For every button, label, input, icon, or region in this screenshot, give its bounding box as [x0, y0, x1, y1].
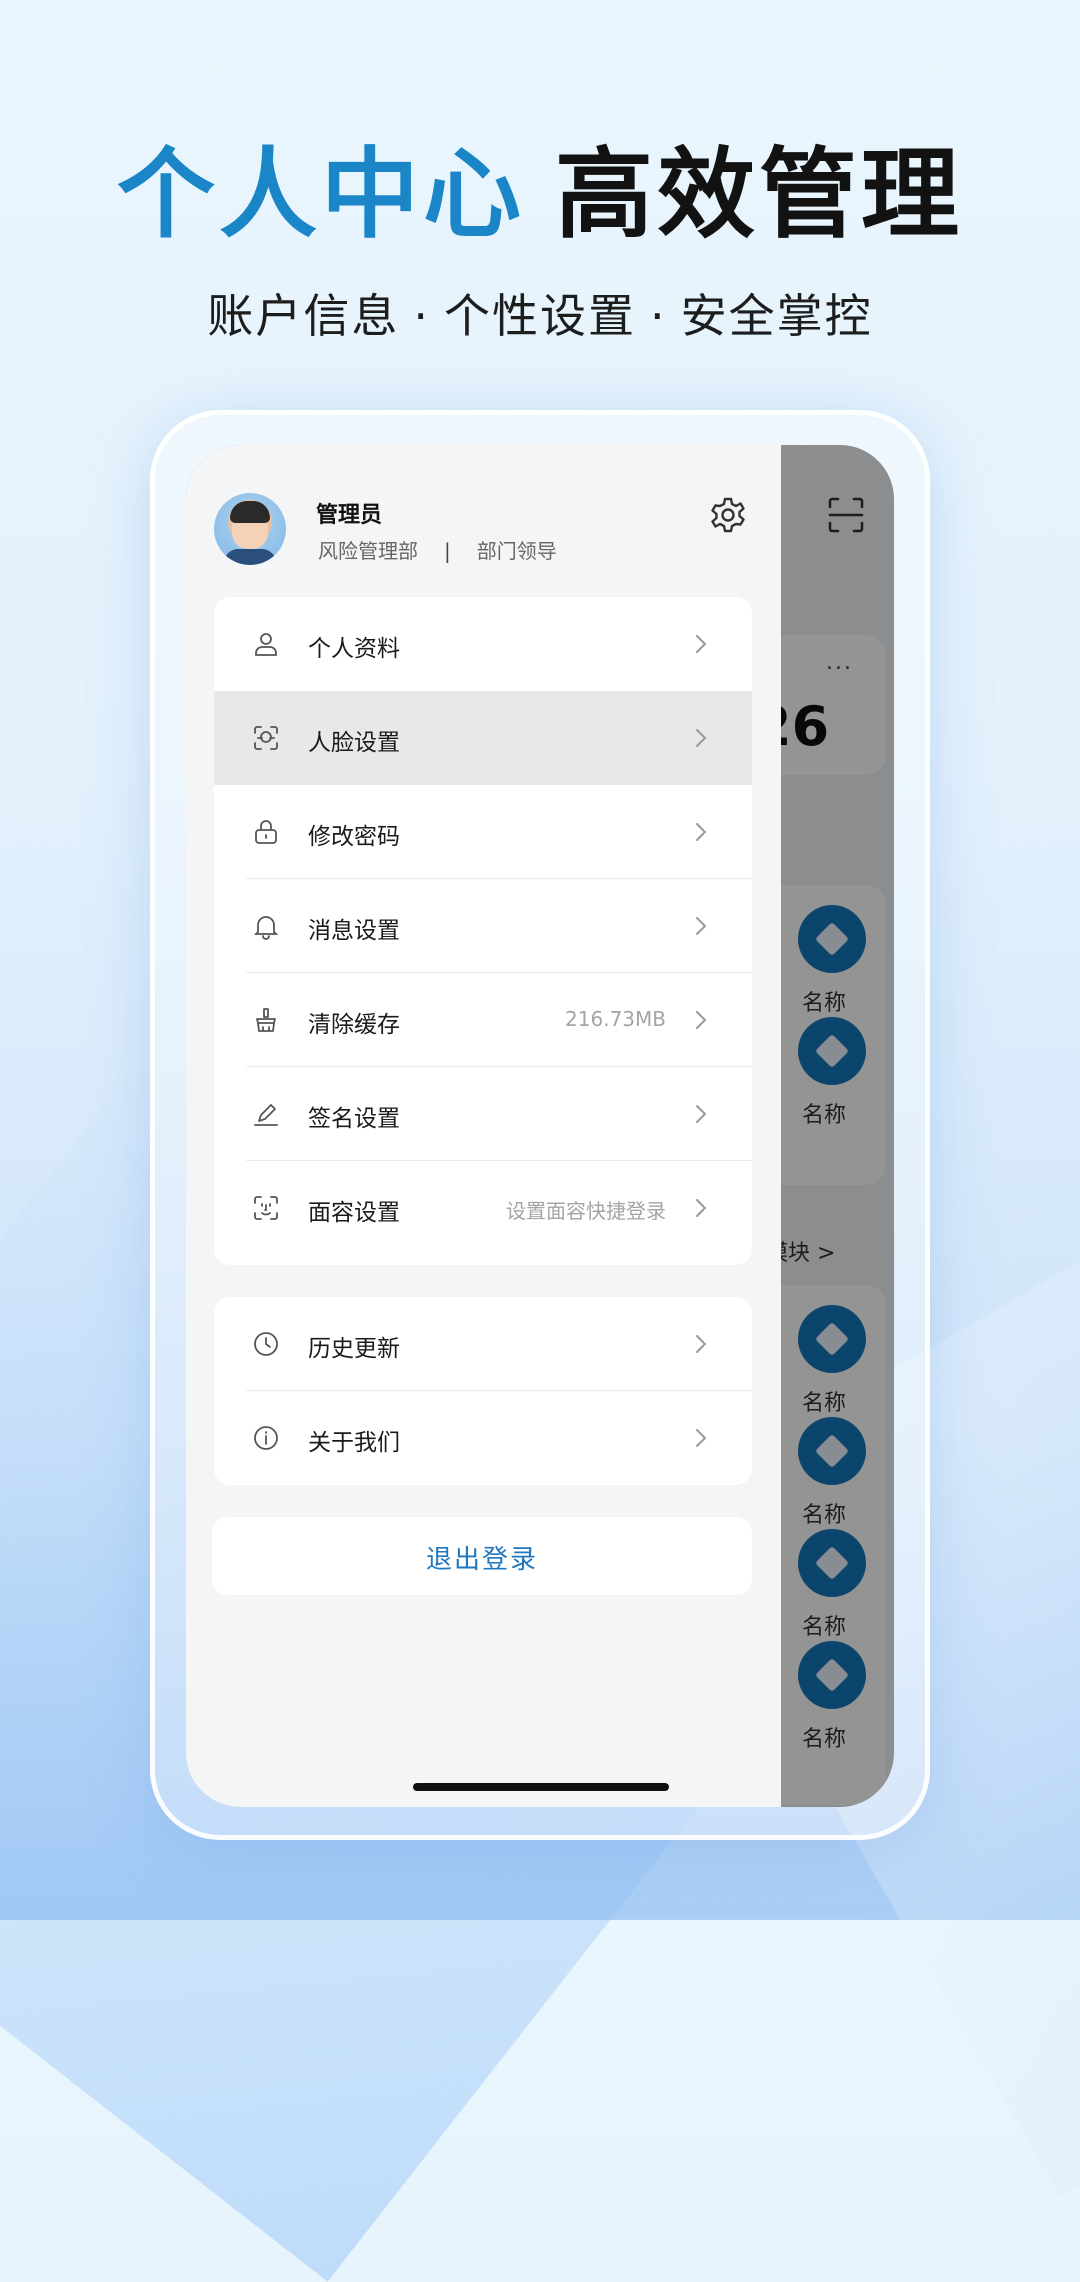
about-card: 历史更新 关于我们 [214, 1297, 752, 1485]
face-id-icon [254, 1196, 278, 1220]
user-subtitle-separator: | [444, 539, 451, 563]
menu-item-clear-cache[interactable]: 清除缓存 216.73MB [214, 973, 752, 1067]
menu-item-about-us[interactable]: 关于我们 [214, 1391, 752, 1485]
promo-subtitle-part: 账户信息 [207, 289, 400, 343]
profile-drawer: 管理员 风险管理部 | 部门领导 个人资料 人脸设置 修改密码 消息设置 清除缓… [186, 445, 781, 1807]
lock-icon [255, 820, 277, 844]
menu-item-change-password[interactable]: 修改密码 [214, 785, 752, 879]
promo-headline: 个人中心 高效管理 [0, 140, 1080, 250]
promo-subtitle-part: 安全掌控 [680, 289, 873, 343]
menu-item-label: 消息设置 [308, 918, 400, 944]
promo-subtitle-dot: · [650, 289, 667, 343]
menu-item-label: 个人资料 [308, 636, 400, 662]
menu-item-label: 人脸设置 [308, 730, 400, 756]
chevron-right-icon [696, 1011, 707, 1029]
chevron-right-icon [696, 1429, 707, 1447]
broom-icon [256, 1008, 276, 1032]
menu-item-message-settings[interactable]: 消息设置 [214, 879, 752, 973]
menu-item-face-id-settings[interactable]: 面容设置 设置面容快捷登录 [214, 1161, 752, 1255]
user-role: 部门领导 [476, 539, 557, 563]
settings-card: 个人资料 人脸设置 修改密码 消息设置 清除缓存 216.73MB 签名设置 面… [214, 597, 752, 1265]
menu-item-label: 修改密码 [308, 824, 400, 850]
menu-item-label: 关于我们 [308, 1430, 400, 1456]
menu-item-label: 历史更新 [308, 1336, 400, 1362]
chevron-right-icon [696, 635, 707, 653]
info-icon [254, 1426, 278, 1450]
avatar[interactable] [214, 493, 286, 565]
user-name: 管理员 [316, 503, 383, 528]
chevron-right-icon [696, 1335, 707, 1353]
avatar-suit [224, 549, 276, 565]
chevron-right-icon [696, 1199, 707, 1217]
promo-subtitle-dot: · [413, 289, 430, 343]
gear-icon[interactable] [708, 495, 748, 535]
logout-button[interactable]: 退出登录 [212, 1517, 752, 1595]
pen-icon [254, 1104, 278, 1126]
chevron-right-icon [696, 917, 707, 935]
menu-item-signature-settings[interactable]: 签名设置 [214, 1067, 752, 1161]
menu-item-label: 清除缓存 [308, 1012, 400, 1038]
face-scan-icon [254, 726, 278, 750]
menu-item-face-settings[interactable]: 人脸设置 [214, 691, 752, 785]
user-department: 风险管理部 [318, 539, 418, 563]
avatar-hair [230, 501, 270, 523]
chevron-right-icon [696, 729, 707, 747]
bell-icon [253, 916, 279, 940]
home-indicator[interactable] [413, 1783, 669, 1791]
user-subtitle: 风险管理部 | 部门领导 [318, 535, 557, 564]
phone-screen: ... 26 名称 名称 模块 > 名称 名称 名称 名称 管理员 风险管理部 |… [186, 445, 894, 1807]
user-icon [255, 633, 277, 656]
promo-subtitle-part: 个性设置 [444, 289, 636, 343]
promo-subtitle: 账户信息 · 个性设置 · 安全掌控 [0, 280, 1080, 346]
promo-title-black: 高效管理 [555, 138, 964, 252]
clock-icon [254, 1332, 278, 1356]
chevron-right-icon [696, 823, 707, 841]
menu-item-label: 面容设置 [308, 1200, 400, 1226]
chevron-right-icon [696, 1105, 707, 1123]
menu-item-profile[interactable]: 个人资料 [214, 597, 752, 691]
promo-title-blue: 个人中心 [116, 138, 525, 252]
logout-label: 退出登录 [425, 1545, 538, 1575]
menu-item-update-history[interactable]: 历史更新 [214, 1297, 752, 1391]
cache-size-value: 216.73MB [565, 1007, 666, 1031]
menu-item-label: 签名设置 [308, 1106, 400, 1132]
face-id-hint-value: 设置面容快捷登录 [506, 1199, 666, 1223]
